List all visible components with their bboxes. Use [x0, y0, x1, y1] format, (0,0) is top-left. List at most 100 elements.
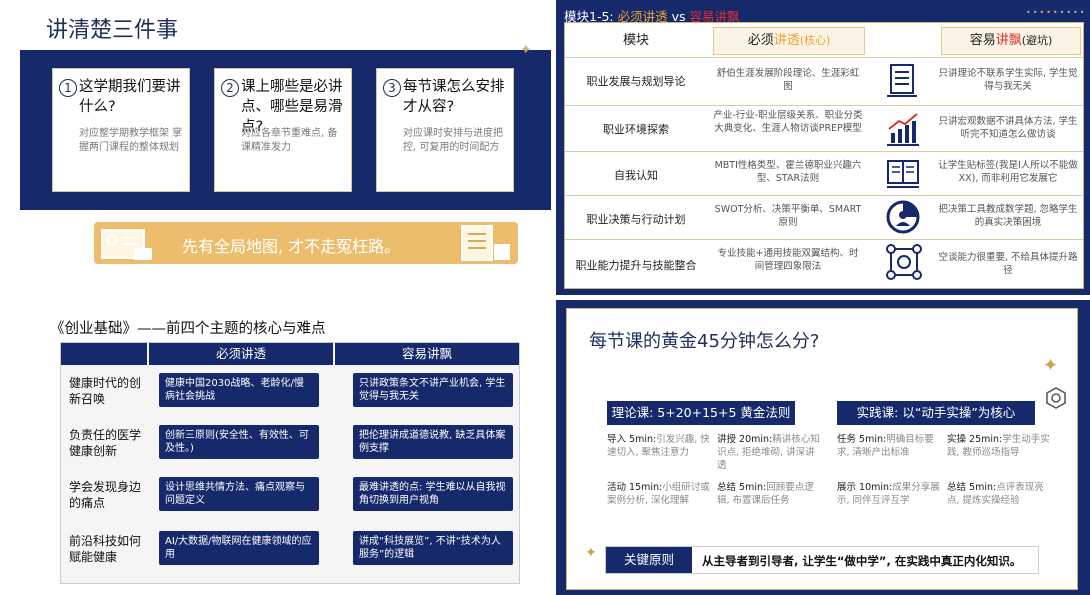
- theory-item: 导入 5min:引发兴趣, 快速切入, 聚焦注意力: [607, 433, 713, 459]
- module-name: 职业决策与行动计划: [586, 213, 686, 226]
- item-head: 总结 5min:: [717, 482, 767, 493]
- header-blank: [61, 343, 147, 365]
- must-cell: MBTI性格类型、霍兰德职业兴趣六型、STAR法则: [714, 160, 862, 184]
- practice-item: 任务 5min:明确目标要求, 清晰产出标准: [837, 433, 943, 459]
- topic-table: 必须讲透 容易讲飘 健康时代的创新召唤 健康中国2030战略、老龄化/慢病社会挑…: [60, 342, 520, 584]
- practice-item: 实操 25min:学生动手实践, 教师巡场指导: [947, 433, 1053, 459]
- card-number: 3: [383, 79, 401, 97]
- module-name: 自我认知: [614, 169, 658, 182]
- card-2: 2 课上哪些是必讲点、哪些是易滑点? 对应各章节重难点, 备课精准发力: [214, 68, 352, 192]
- growth-chart-icon: [887, 113, 919, 146]
- practice-item: 展示 10min:成果分享展示, 同伴互评互学: [837, 481, 943, 507]
- item-head: 讲授 20min:: [717, 434, 773, 445]
- slide-45-minutes: 每节课的黄金45分钟怎么分? ✦ 理论课: 5+20+15+5 黄金法则 实践课…: [556, 300, 1090, 595]
- sparkle-icon: ✦: [1043, 355, 1059, 376]
- practice-section-header: 实践课: 以“动手实操”为核心: [837, 401, 1035, 425]
- module-table: 模块 必须讲透(核心) 容易讲飘(避坑) 职业发展与规划导论 舒伯生涯发展阶段理…: [564, 22, 1084, 289]
- must-box: 健康中国2030战略、老龄化/慢病社会挑战: [159, 373, 319, 407]
- item-head: 活动 15min:: [607, 482, 663, 493]
- slide-title: 讲清楚三件事: [46, 18, 179, 43]
- card-1: 1 这学期我们要讲什么? 对应整学期教学框架 掌握两门课程的整体规划: [52, 68, 190, 192]
- key-principle-text: 从主导者到引导者, 让学生“做中学”, 在实践中真正内化知识。: [702, 554, 1022, 568]
- header-must: 必须讲透: [149, 343, 333, 365]
- module-name: 职业发展与规划导论: [586, 75, 686, 88]
- must-cell: SWOT分析、决策平衡单、SMART原则: [714, 204, 862, 228]
- item-head: 总结 5min:: [947, 482, 997, 493]
- practice-item: 总结 5min:点评表现亮点, 提炼实操经验: [947, 481, 1053, 507]
- easy-box: 把伦理讲成道德说教, 缺乏具体案例支撑: [353, 425, 513, 459]
- slide-content: 每节课的黄金45分钟怎么分? ✦ 理论课: 5+20+15+5 黄金法则 实践课…: [566, 308, 1078, 590]
- header-must: 必须讲透(核心): [713, 27, 865, 55]
- topic-label: 健康时代的创新召唤: [69, 376, 142, 406]
- header-easy-b: 讲飘: [995, 33, 1022, 48]
- slide-three-things: 讲清楚三件事 ✦ 1 这学期我们要讲什么? 对应整学期教学框架 掌握两门课程的整…: [20, 0, 551, 295]
- header-module: 模块: [622, 33, 649, 48]
- header-easy-a: 容易: [969, 33, 996, 48]
- hexagon-icon: [1046, 387, 1066, 409]
- card-number: 2: [221, 79, 239, 97]
- easy-cell: 只讲理论不联系学生实际, 学生觉得与我无关: [938, 68, 1078, 92]
- row-divider: [565, 239, 1083, 240]
- theory-item: 讲授 20min:精讲核心知识点, 拒绝堆砌, 讲深讲透: [717, 433, 823, 472]
- easy-cell: 把决策工具教成数学题, 忽略学生的真实决策困境: [938, 204, 1078, 228]
- network-icon: [886, 244, 922, 280]
- slide-title: 每节课的黄金45分钟怎么分?: [589, 331, 820, 352]
- item-head: 实操 25min:: [947, 434, 1003, 445]
- pie-person-icon: [886, 200, 920, 234]
- item-head: 展示 10min:: [837, 482, 893, 493]
- key-principle-bar: 关键原则 从主导者到引导者, 让学生“做中学”, 在实践中真正内化知识。: [605, 546, 1039, 574]
- slide-module-table: 模块1-5: 必须讲透 vs 容易讲飘 ••••••••• 模块 必须讲透(核心…: [556, 0, 1090, 295]
- card-heading: 每节课怎么安排才从容?: [403, 79, 505, 115]
- card-3: 3 每节课怎么安排才从容? 对应课时安排与进度把控, 可复用的时间配方: [376, 68, 514, 192]
- resume-icon: [101, 229, 152, 260]
- theory-item: 活动 15min:小组研讨或案例分析, 深化理解: [607, 481, 713, 507]
- header-must-b: 讲透: [773, 33, 800, 48]
- card-heading: 这学期我们要讲什么?: [79, 79, 181, 115]
- banner-text: 先有全局地图, 才不走冤枉路。: [182, 237, 401, 256]
- easy-box: 只讲政策条文不讲产业机会, 学生觉得与我无关: [353, 373, 513, 407]
- easy-cell: 只讲宏观数据不讲具体方法, 学生听完不知道怎么做访谈: [938, 116, 1078, 140]
- document-icon: [887, 64, 917, 97]
- header-easy: 容易讲飘(避坑): [941, 27, 1081, 55]
- row-divider: [565, 195, 1083, 196]
- topic-label: 前沿科技如何赋能健康: [69, 534, 142, 564]
- header-must-a: 必须: [747, 33, 774, 48]
- easy-box: 最难讲透的点: 学生难以从自我视角切换到用户视角: [353, 477, 513, 511]
- checklist-box-icon: [461, 225, 510, 261]
- topic-label: 负责任的医学健康创新: [69, 428, 142, 458]
- must-cell: 专业技能+通用技能双翼结构、时间管理四象限法: [717, 248, 859, 272]
- theory-item: 总结 5min:回顾要点逻辑, 布置课后任务: [717, 481, 823, 507]
- card-subtext: 对应整学期教学框架 掌握两门课程的整体规划: [79, 128, 183, 153]
- row-divider: [565, 105, 1083, 106]
- card-number: 1: [59, 79, 77, 97]
- must-cell: 产业-行业-职业层级关系、职业分类大典变化、生涯人物访谈PREP模型: [713, 110, 863, 134]
- sparkle-icon: ✦: [585, 545, 597, 561]
- easy-box: 讲成“科技展览”, 不讲“技术为人服务”的逻辑: [353, 531, 513, 565]
- easy-cell: 让学生贴标签(我是I人所以不能做XX), 而非利用它发展它: [938, 160, 1078, 184]
- slide-title: 《创业基础》——前四个主题的核心与难点: [50, 321, 326, 337]
- key-principle-label: 关键原则: [606, 547, 692, 573]
- card-subtext: 对应各章节重难点, 备课精准发力: [241, 128, 338, 153]
- must-box: 创新三原则(安全性、有效性、可及性。): [159, 425, 319, 459]
- topic-label: 学会发现身边的痛点: [69, 480, 142, 510]
- row-divider: [565, 57, 1083, 58]
- module-name: 职业能力提升与技能整合: [575, 259, 697, 272]
- header-must-c: (核心): [799, 34, 831, 47]
- sparkle-icon: ✦: [520, 42, 532, 58]
- easy-cell: 空谈能力很重要, 不给具体提升路径: [938, 252, 1078, 276]
- theory-section-header: 理论课: 5+20+15+5 黄金法则: [607, 401, 795, 425]
- book-icon: [887, 160, 919, 188]
- must-box: 设计思维共情方法、痛点观察与问题定义: [159, 477, 319, 511]
- card-subtext: 对应课时安排与进度把控, 可复用的时间配方: [403, 128, 503, 153]
- takeaway-banner: 先有全局地图, 才不走冤枉路。: [94, 222, 518, 264]
- module-name: 职业环境探索: [603, 123, 669, 136]
- must-cell: 舒伯生涯发展阶段理论、生涯彩虹图: [716, 68, 860, 92]
- item-head: 任务 5min:: [837, 434, 887, 445]
- dots-decoration: •••••••••: [1026, 8, 1087, 17]
- header-easy: 容易讲飘: [335, 343, 519, 365]
- row-divider: [565, 151, 1083, 152]
- must-box: AI/大数据/物联网在健康领域的应用: [159, 531, 319, 565]
- item-head: 导入 5min:: [607, 434, 657, 445]
- slide-entrepreneurship-table: 《创业基础》——前四个主题的核心与难点 必须讲透 容易讲飘 健康时代的创新召唤 …: [20, 300, 551, 595]
- header-easy-c: (避坑): [1021, 34, 1053, 47]
